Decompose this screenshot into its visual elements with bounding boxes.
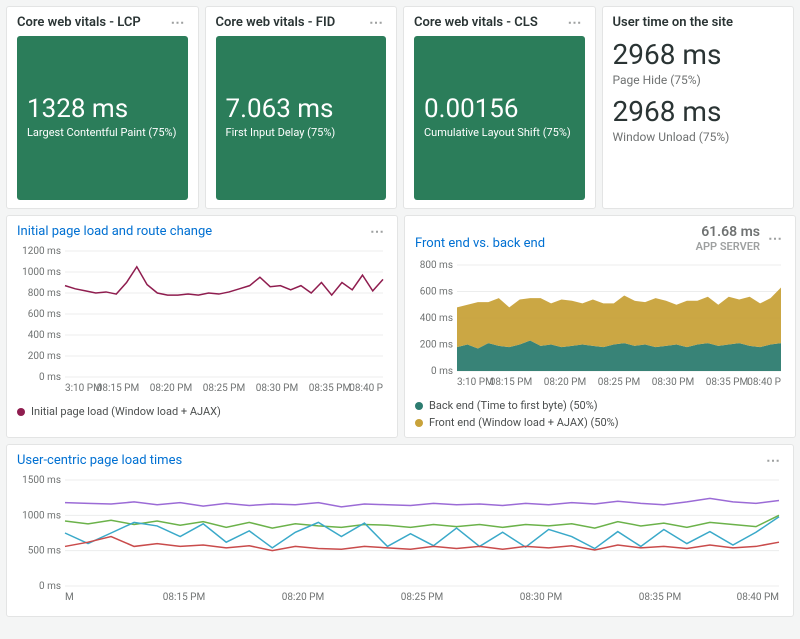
svg-text:08:20 PM: 08:20 PM: [282, 592, 324, 603]
legend-dot-icon: [415, 419, 423, 427]
vital-card-lcp: Core web vitals - LCP ⋯ 1328 ms Largest …: [6, 6, 199, 209]
svg-text:08:30 PM: 08:30 PM: [652, 377, 694, 388]
more-icon[interactable]: ⋯: [368, 225, 387, 239]
initial-load-card: Initial page load and route change ⋯ 0 m…: [6, 215, 398, 438]
svg-text:1500 ms: 1500 ms: [22, 475, 61, 486]
svg-text:08:20 PM: 08:20 PM: [150, 383, 192, 394]
svg-text:08:40 P: 08:40 P: [747, 377, 781, 388]
chart-title[interactable]: Front end vs. back end: [415, 236, 545, 251]
app-server-block: 61.68 ms APP SERVER: [696, 224, 760, 253]
vital-card-fid: Core web vitals - FID ⋯ 7.063 ms First I…: [205, 6, 398, 209]
svg-text:0 ms: 0 ms: [39, 581, 61, 592]
user-time-title: User time on the site: [613, 15, 734, 30]
more-icon[interactable]: ⋯: [766, 232, 785, 246]
vital-tile: 1328 ms Largest Contentful Paint (75%): [17, 36, 188, 200]
svg-text:500 ms: 500 ms: [28, 546, 61, 557]
window-unload-label: Window Unload (75%): [613, 130, 784, 144]
svg-text:08:15 PM: 08:15 PM: [97, 383, 139, 394]
svg-text:08:35 PM: 08:35 PM: [639, 592, 681, 603]
svg-text:08:15 PM: 08:15 PM: [163, 592, 205, 603]
vital-sub: Largest Contentful Paint (75%): [27, 126, 178, 139]
svg-text:08:35 PM: 08:35 PM: [706, 377, 748, 388]
svg-text:08:40 P: 08:40 P: [349, 383, 383, 394]
user-time-card: User time on the site 2968 ms Page Hide …: [602, 6, 795, 209]
svg-text:1000 ms: 1000 ms: [22, 510, 61, 521]
svg-text:600 ms: 600 ms: [420, 287, 453, 298]
chart-title[interactable]: User-centric page load times: [17, 453, 182, 468]
vital-title: Core web vitals - LCP: [17, 15, 141, 30]
user-centric-chart: 0 ms 500 ms 1000 ms 1500 ms M 08:15 PM 08:20 P…: [17, 474, 785, 604]
svg-text:08:30 PM: 08:30 PM: [520, 592, 562, 603]
more-icon[interactable]: ⋯: [367, 16, 386, 30]
svg-text:400 ms: 400 ms: [28, 330, 61, 341]
vital-tile: 7.063 ms First Input Delay (75%): [216, 36, 387, 200]
vital-value: 0.00156: [424, 94, 575, 124]
vital-card-cls: Core web vitals - CLS ⋯ 0.00156 Cumulati…: [403, 6, 596, 209]
vital-title: Core web vitals - CLS: [414, 15, 538, 30]
svg-text:08:25 PM: 08:25 PM: [598, 377, 640, 388]
legend-label: Front end (Window load + AJAX) (50%): [429, 416, 619, 429]
charts-row: Initial page load and route change ⋯ 0 m…: [6, 215, 794, 438]
legend: Initial page load (Window load + AJAX): [17, 405, 387, 418]
legend-label: Initial page load (Window load + AJAX): [31, 405, 221, 418]
vital-value: 7.063 ms: [226, 94, 377, 124]
more-icon[interactable]: ⋯: [169, 16, 188, 30]
svg-text:600 ms: 600 ms: [28, 309, 61, 320]
svg-text:0 ms: 0 ms: [431, 366, 453, 377]
svg-text:08:30 PM: 08:30 PM: [256, 383, 298, 394]
legend-label: Back end (Time to first byte) (50%): [429, 399, 598, 412]
legend: Back end (Time to first byte) (50%) Fron…: [415, 399, 785, 429]
legend-dot-icon: [415, 402, 423, 410]
svg-text:200 ms: 200 ms: [28, 351, 61, 362]
page-hide-value: 2968 ms: [613, 38, 784, 71]
svg-text:M: M: [65, 592, 74, 603]
app-server-label: APP SERVER: [696, 240, 760, 253]
svg-text:08:15 PM: 08:15 PM: [490, 377, 532, 388]
page-hide-label: Page Hide (75%): [613, 73, 784, 87]
front-back-card: Front end vs. back end 61.68 ms APP SERV…: [404, 215, 796, 438]
vital-title: Core web vitals - FID: [216, 15, 336, 30]
app-server-value: 61.68 ms: [696, 224, 760, 240]
svg-text:800 ms: 800 ms: [420, 260, 453, 271]
svg-text:200 ms: 200 ms: [420, 340, 453, 351]
chart-title[interactable]: Initial page load and route change: [17, 224, 212, 239]
front-back-chart: 0 ms 200 ms 400 ms 600 ms 800 ms 3:10 PM08:15…: [415, 259, 785, 389]
vital-tile: 0.00156 Cumulative Layout Shift (75%): [414, 36, 585, 200]
svg-text:800 ms: 800 ms: [28, 288, 61, 299]
svg-text:08:25 PM: 08:25 PM: [203, 383, 245, 394]
vital-sub: Cumulative Layout Shift (75%): [424, 126, 575, 139]
svg-text:1000 ms: 1000 ms: [22, 267, 61, 278]
svg-text:0 ms: 0 ms: [39, 372, 61, 383]
svg-text:400 ms: 400 ms: [420, 313, 453, 324]
svg-text:08:25 PM: 08:25 PM: [401, 592, 443, 603]
svg-text:08:35 PM: 08:35 PM: [309, 383, 351, 394]
user-centric-card: User-centric page load times ⋯ 0 ms 500 m…: [6, 444, 794, 617]
more-icon[interactable]: ⋯: [764, 454, 783, 468]
svg-text:1200 ms: 1200 ms: [22, 246, 61, 257]
initial-load-chart: 0 ms 200 ms 400 ms 600 ms 800 ms 1000 ms 1200 …: [17, 245, 387, 395]
svg-text:08:40 PM: 08:40 PM: [737, 592, 779, 603]
svg-text:08:20 PM: 08:20 PM: [544, 377, 586, 388]
more-icon[interactable]: ⋯: [566, 16, 585, 30]
svg-text:3:10 PM: 3:10 PM: [457, 377, 494, 388]
vital-value: 1328 ms: [27, 94, 178, 124]
legend-dot-icon: [17, 408, 25, 416]
window-unload-value: 2968 ms: [613, 95, 784, 128]
vital-sub: First Input Delay (75%): [226, 126, 377, 139]
vitals-row: Core web vitals - LCP ⋯ 1328 ms Largest …: [6, 6, 794, 209]
